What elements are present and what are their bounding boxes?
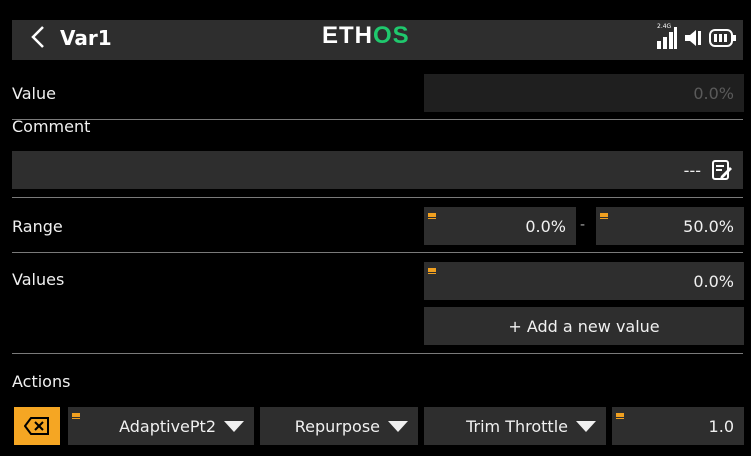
- remove-action-button[interactable]: [14, 407, 60, 445]
- edit-icon[interactable]: [711, 159, 733, 181]
- actions-label: Actions: [12, 372, 71, 391]
- divider: [12, 119, 743, 120]
- source-value: AdaptivePt2: [119, 416, 216, 436]
- divider: [12, 197, 743, 198]
- editable-mark-icon: [72, 413, 80, 419]
- range-label: Range: [12, 217, 63, 236]
- add-value-button[interactable]: + Add a new value: [424, 307, 744, 345]
- values-text: 0.0%: [693, 271, 734, 291]
- speaker-icon: [685, 30, 701, 46]
- ethos-logo: ETHOS: [322, 22, 410, 49]
- battery-icon: [709, 29, 736, 47]
- top-bar: Var1 ETHOS 2.4G: [0, 0, 751, 70]
- range-max-field[interactable]: 50.0%: [596, 207, 744, 245]
- values-field[interactable]: 0.0%: [424, 262, 744, 300]
- range-min-text: 0.0%: [525, 216, 566, 236]
- back-button[interactable]: [20, 20, 56, 54]
- editable-mark-icon: [616, 413, 624, 419]
- amount-field[interactable]: 1.0: [612, 407, 744, 445]
- range-min-field[interactable]: 0.0%: [424, 207, 576, 245]
- divider: [12, 353, 743, 354]
- values-label: Values: [12, 270, 65, 289]
- divider: [12, 252, 743, 253]
- target-value: Trim Throttle: [466, 416, 568, 436]
- mode-dropdown[interactable]: Repurpose: [260, 407, 418, 445]
- value-text: 0.0%: [693, 83, 734, 103]
- chevron-down-icon: [224, 420, 244, 432]
- value-label: Value: [12, 84, 56, 103]
- editable-mark-icon: [428, 268, 436, 274]
- page-title: Var1: [60, 26, 112, 50]
- signal-band-label: 2.4G: [657, 23, 672, 30]
- mode-value: Repurpose: [294, 416, 380, 436]
- editable-mark-icon: [600, 213, 608, 219]
- value-field: 0.0%: [424, 74, 744, 112]
- chevron-down-icon: [388, 420, 408, 432]
- chevron-down-icon: [576, 420, 596, 432]
- delete-icon: [24, 417, 49, 435]
- chevron-left-icon: [31, 26, 44, 48]
- amount-text: 1.0: [708, 416, 734, 436]
- target-dropdown[interactable]: Trim Throttle: [424, 407, 606, 445]
- range-separator: -: [580, 217, 586, 233]
- editable-mark-icon: [428, 213, 436, 219]
- signal-icon: 2.4G: [657, 23, 677, 49]
- comment-text: ---: [683, 160, 701, 180]
- comment-label: Comment: [12, 117, 91, 136]
- status-icons: 2.4G: [657, 23, 737, 52]
- comment-field[interactable]: ---: [12, 151, 743, 189]
- range-max-text: 50.0%: [683, 216, 734, 236]
- source-dropdown[interactable]: AdaptivePt2: [68, 407, 254, 445]
